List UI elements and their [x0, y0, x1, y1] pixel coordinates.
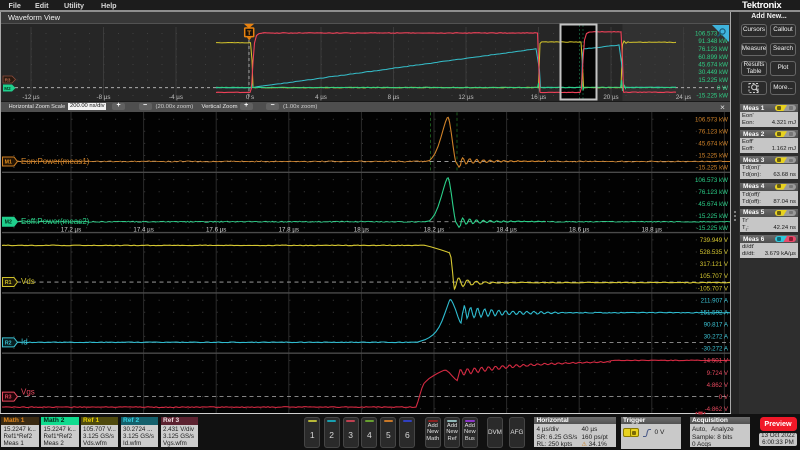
svg-text:0 s: 0 s	[246, 94, 254, 101]
svg-text:M2: M2	[4, 86, 11, 91]
svg-text:20 µs: 20 µs	[603, 94, 618, 101]
svg-text:60.899 kW: 60.899 kW	[698, 54, 728, 61]
svg-text:-105.707 V: -105.707 V	[698, 285, 729, 292]
svg-text:17.8 µs: 17.8 µs	[279, 226, 299, 233]
svg-text:45.674 kW: 45.674 kW	[698, 62, 728, 69]
svg-text:211.907 A: 211.907 A	[701, 297, 729, 304]
svg-text:Id: Id	[21, 337, 28, 346]
svg-text:18 µs: 18 µs	[354, 226, 369, 233]
svg-text:106.573 kW: 106.573 kW	[695, 116, 728, 123]
svg-text:M2: M2	[5, 219, 12, 225]
svg-text:17.4 µs: 17.4 µs	[133, 226, 153, 233]
svg-text:M1: M1	[5, 159, 12, 165]
svg-text:105.707 V: 105.707 V	[700, 273, 729, 280]
svg-text:0 W: 0 W	[717, 85, 728, 92]
svg-text:30.449 kW: 30.449 kW	[698, 69, 728, 76]
svg-text:-4.862 V: -4.862 V	[705, 405, 729, 412]
svg-text:151.592 A: 151.592 A	[700, 309, 729, 316]
svg-text:76.123 kW: 76.123 kW	[698, 188, 728, 195]
svg-text:17.6 µs: 17.6 µs	[206, 226, 226, 233]
svg-text:-8 µs: -8 µs	[97, 94, 111, 101]
svg-text:R3: R3	[5, 78, 11, 83]
svg-text:14.501 V: 14.501 V	[703, 357, 729, 364]
svg-text:18.2 µs: 18.2 µs	[424, 226, 444, 233]
svg-text:15.225 kW: 15.225 kW	[698, 213, 728, 220]
svg-text:15.225 kW: 15.225 kW	[698, 77, 728, 84]
svg-text:4 µs: 4 µs	[315, 94, 327, 101]
svg-text:0 V: 0 V	[719, 393, 729, 400]
svg-text:Eon:Power(meas1): Eon:Power(meas1)	[21, 157, 90, 166]
svg-text:528.535 V: 528.535 V	[700, 249, 729, 256]
svg-text:R2: R2	[5, 340, 12, 346]
svg-text:30.272 A: 30.272 A	[704, 333, 729, 340]
svg-text:12 µs: 12 µs	[458, 94, 473, 101]
svg-text:317.121 V: 317.121 V	[700, 261, 729, 268]
svg-text:91.348 kW: 91.348 kW	[698, 38, 728, 45]
svg-text:16 µs: 16 µs	[531, 94, 546, 101]
svg-text:45.674 kW: 45.674 kW	[698, 200, 728, 207]
svg-text:Eoff:Power(meas2): Eoff:Power(meas2)	[21, 217, 90, 226]
svg-text:18.8 µs: 18.8 µs	[642, 226, 662, 233]
svg-text:24 µs: 24 µs	[676, 94, 691, 101]
svg-text:-15.225 kW: -15.225 kW	[696, 93, 728, 100]
svg-text:106.573 kW: 106.573 kW	[695, 176, 728, 183]
svg-text:739.949 V: 739.949 V	[700, 237, 729, 244]
svg-text:90.817 A: 90.817 A	[704, 321, 729, 328]
svg-text:-30.272 A: -30.272 A	[702, 345, 729, 352]
svg-text:Vds: Vds	[21, 277, 35, 286]
svg-text:8 µs: 8 µs	[388, 94, 400, 101]
svg-text:4.862 V: 4.862 V	[707, 381, 729, 388]
svg-text:-15.225 kW: -15.225 kW	[696, 225, 728, 232]
svg-text:R1: R1	[5, 280, 12, 286]
svg-text:-4 µs: -4 µs	[169, 94, 183, 101]
svg-text:9.724 V: 9.724 V	[707, 369, 729, 376]
svg-text:-15.225 kW: -15.225 kW	[696, 164, 728, 171]
svg-text:-12 µs: -12 µs	[22, 94, 39, 101]
svg-text:76.123 kW: 76.123 kW	[698, 128, 728, 135]
svg-text:Vgs: Vgs	[21, 387, 35, 396]
svg-text:18.6 µs: 18.6 µs	[569, 226, 589, 233]
svg-text:45.674 kW: 45.674 kW	[698, 140, 728, 147]
svg-text:R3: R3	[5, 394, 12, 400]
svg-text:76.123 kW: 76.123 kW	[698, 46, 728, 53]
svg-text:17.2 µs: 17.2 µs	[61, 226, 81, 233]
svg-text:18.4 µs: 18.4 µs	[496, 226, 516, 233]
svg-text:15.225 kW: 15.225 kW	[698, 152, 728, 159]
